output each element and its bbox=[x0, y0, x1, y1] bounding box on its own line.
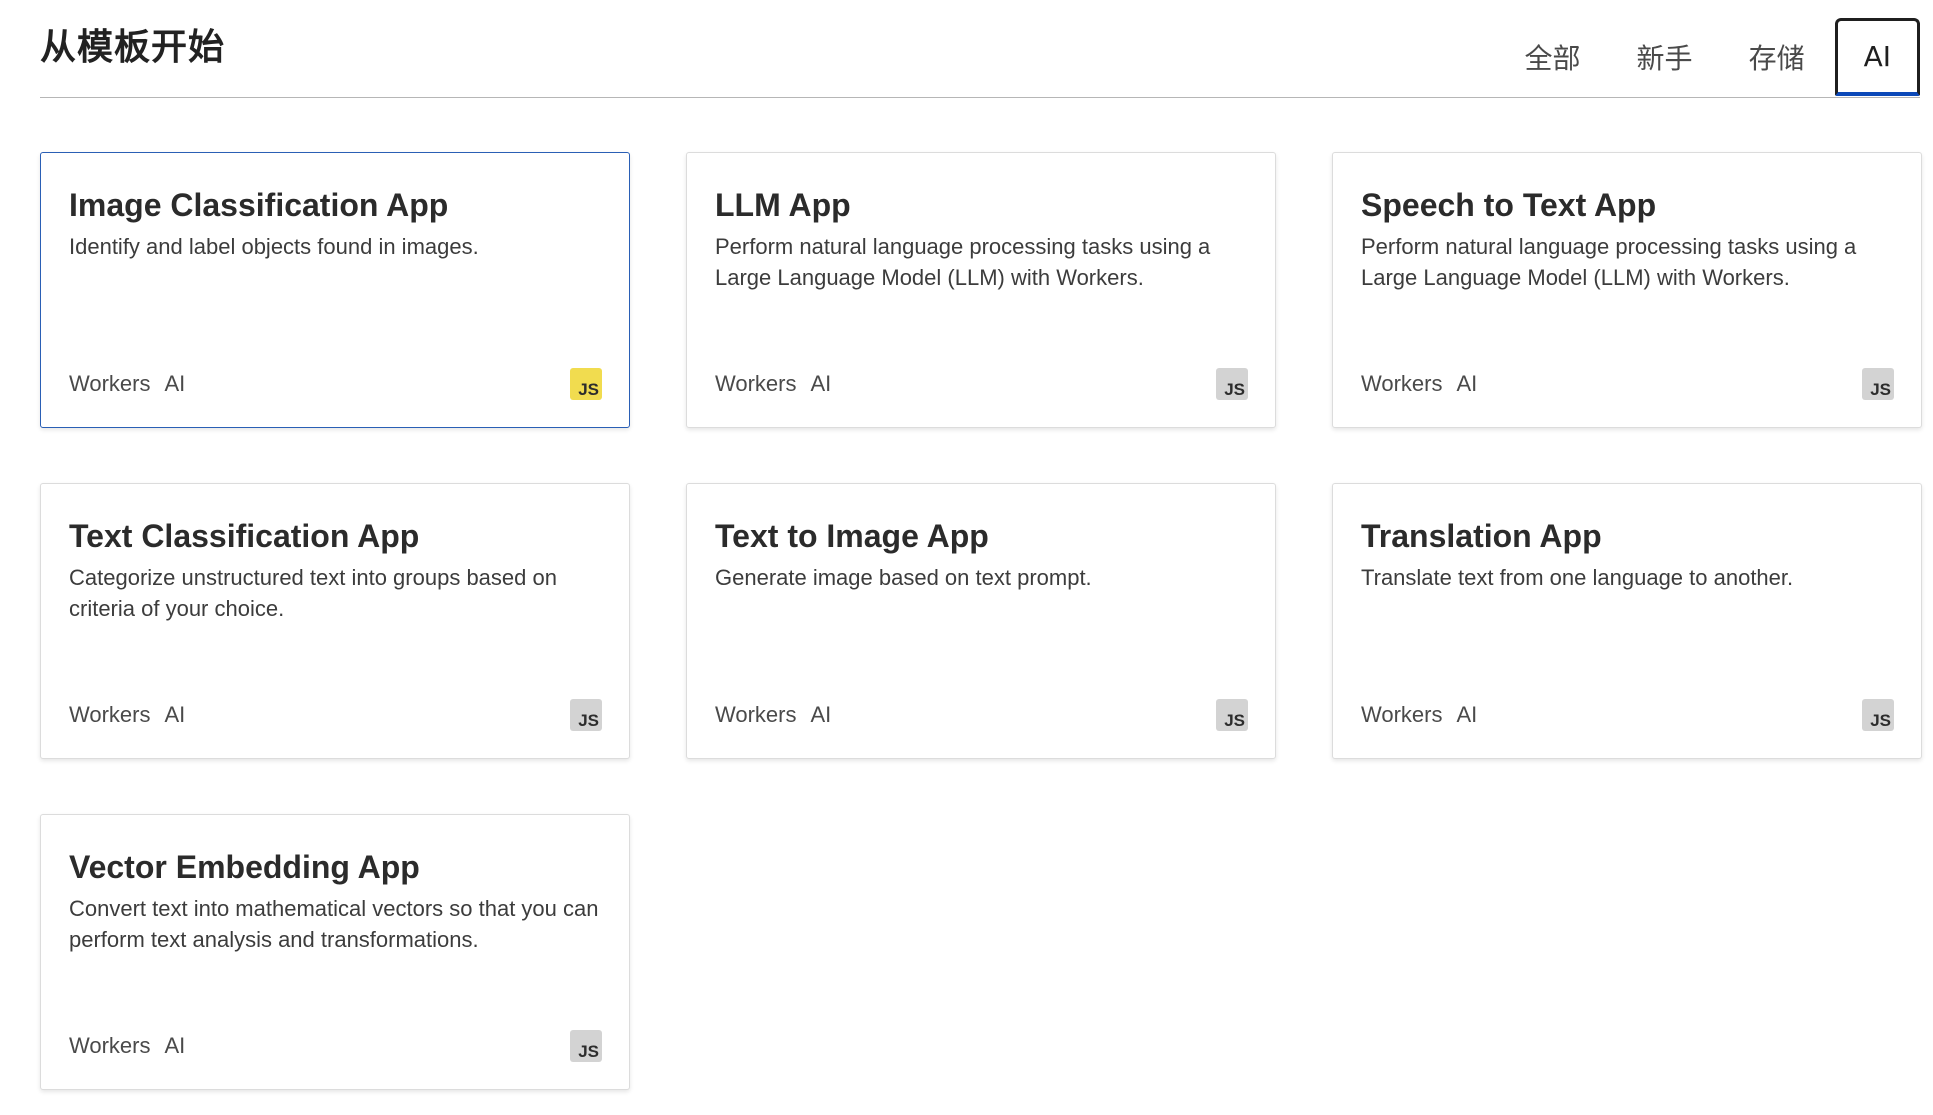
badge-label: JS bbox=[1870, 711, 1891, 730]
card-tags: Workers AI bbox=[69, 371, 185, 397]
template-card-speech-to-text[interactable]: Speech to Text App Perform natural langu… bbox=[1332, 152, 1922, 428]
card-tags: Workers AI bbox=[1361, 702, 1477, 728]
tab-all[interactable]: 全部 bbox=[1499, 18, 1607, 96]
badge-label: JS bbox=[1224, 711, 1245, 730]
tag-ai: AI bbox=[1456, 371, 1478, 396]
card-title: LLM App bbox=[715, 187, 851, 223]
tag-workers: Workers bbox=[1361, 702, 1443, 727]
tag-workers: Workers bbox=[69, 702, 151, 727]
category-tabs: 全部 新手 存储 AI bbox=[1495, 18, 1920, 98]
tag-workers: Workers bbox=[1361, 371, 1443, 396]
javascript-icon: JS bbox=[1862, 699, 1894, 731]
javascript-icon: JS bbox=[570, 699, 602, 731]
tag-workers: Workers bbox=[715, 702, 797, 727]
card-tags: Workers AI bbox=[1361, 371, 1477, 397]
card-title: Vector Embedding App bbox=[69, 849, 420, 885]
card-title: Text to Image App bbox=[715, 518, 989, 554]
tab-storage[interactable]: 存储 bbox=[1723, 18, 1831, 96]
page-title: 从模板开始 bbox=[40, 27, 226, 68]
template-card-text-to-image[interactable]: Text to Image App Generate image based o… bbox=[686, 483, 1276, 759]
javascript-icon: JS bbox=[1216, 368, 1248, 400]
template-card-translation[interactable]: Translation App Translate text from one … bbox=[1332, 483, 1922, 759]
javascript-icon: JS bbox=[570, 1030, 602, 1062]
tab-ai[interactable]: AI bbox=[1834, 18, 1920, 96]
card-description: Perform natural language processing task… bbox=[1361, 234, 1857, 290]
javascript-icon: JS bbox=[570, 368, 602, 400]
badge-label: JS bbox=[1224, 380, 1245, 399]
tag-workers: Workers bbox=[69, 1033, 151, 1058]
tag-ai: AI bbox=[164, 1033, 186, 1058]
card-tags: Workers AI bbox=[715, 702, 831, 728]
template-card-text-classification[interactable]: Text Classification App Categorize unstr… bbox=[40, 483, 630, 759]
badge-label: JS bbox=[1870, 380, 1891, 399]
javascript-icon: JS bbox=[1862, 368, 1894, 400]
tag-ai: AI bbox=[810, 371, 832, 396]
page-header: 从模板开始 全部 新手 存储 AI bbox=[40, 0, 1920, 98]
tag-workers: Workers bbox=[715, 371, 797, 396]
tag-ai: AI bbox=[810, 702, 832, 727]
template-card-llm[interactable]: LLM App Perform natural language process… bbox=[686, 152, 1276, 428]
javascript-icon: JS bbox=[1216, 699, 1248, 731]
card-tags: Workers AI bbox=[69, 1033, 185, 1059]
tag-ai: AI bbox=[164, 371, 186, 396]
card-description: Convert text into mathematical vectors s… bbox=[69, 896, 599, 952]
card-description: Perform natural language processing task… bbox=[715, 234, 1211, 290]
badge-label: JS bbox=[578, 711, 599, 730]
card-title: Image Classification App bbox=[69, 187, 449, 223]
tab-beginner[interactable]: 新手 bbox=[1611, 18, 1719, 96]
card-title: Text Classification App bbox=[69, 518, 420, 554]
card-description: Categorize unstructured text into groups… bbox=[69, 565, 557, 621]
template-card-image-classification[interactable]: Image Classification App Identify and la… bbox=[40, 152, 630, 428]
card-title: Translation App bbox=[1361, 518, 1602, 554]
tag-ai: AI bbox=[1456, 702, 1478, 727]
badge-label: JS bbox=[578, 1042, 599, 1061]
tag-workers: Workers bbox=[69, 371, 151, 396]
card-description: Identify and label objects found in imag… bbox=[69, 234, 479, 259]
template-card-vector-embedding[interactable]: Vector Embedding App Convert text into m… bbox=[40, 814, 630, 1090]
card-description: Translate text from one language to anot… bbox=[1361, 565, 1794, 590]
card-title: Speech to Text App bbox=[1361, 187, 1657, 223]
card-tags: Workers AI bbox=[715, 371, 831, 397]
tag-ai: AI bbox=[164, 702, 186, 727]
card-tags: Workers AI bbox=[69, 702, 185, 728]
card-description: Generate image based on text prompt. bbox=[715, 565, 1092, 590]
badge-label: JS bbox=[578, 380, 599, 399]
